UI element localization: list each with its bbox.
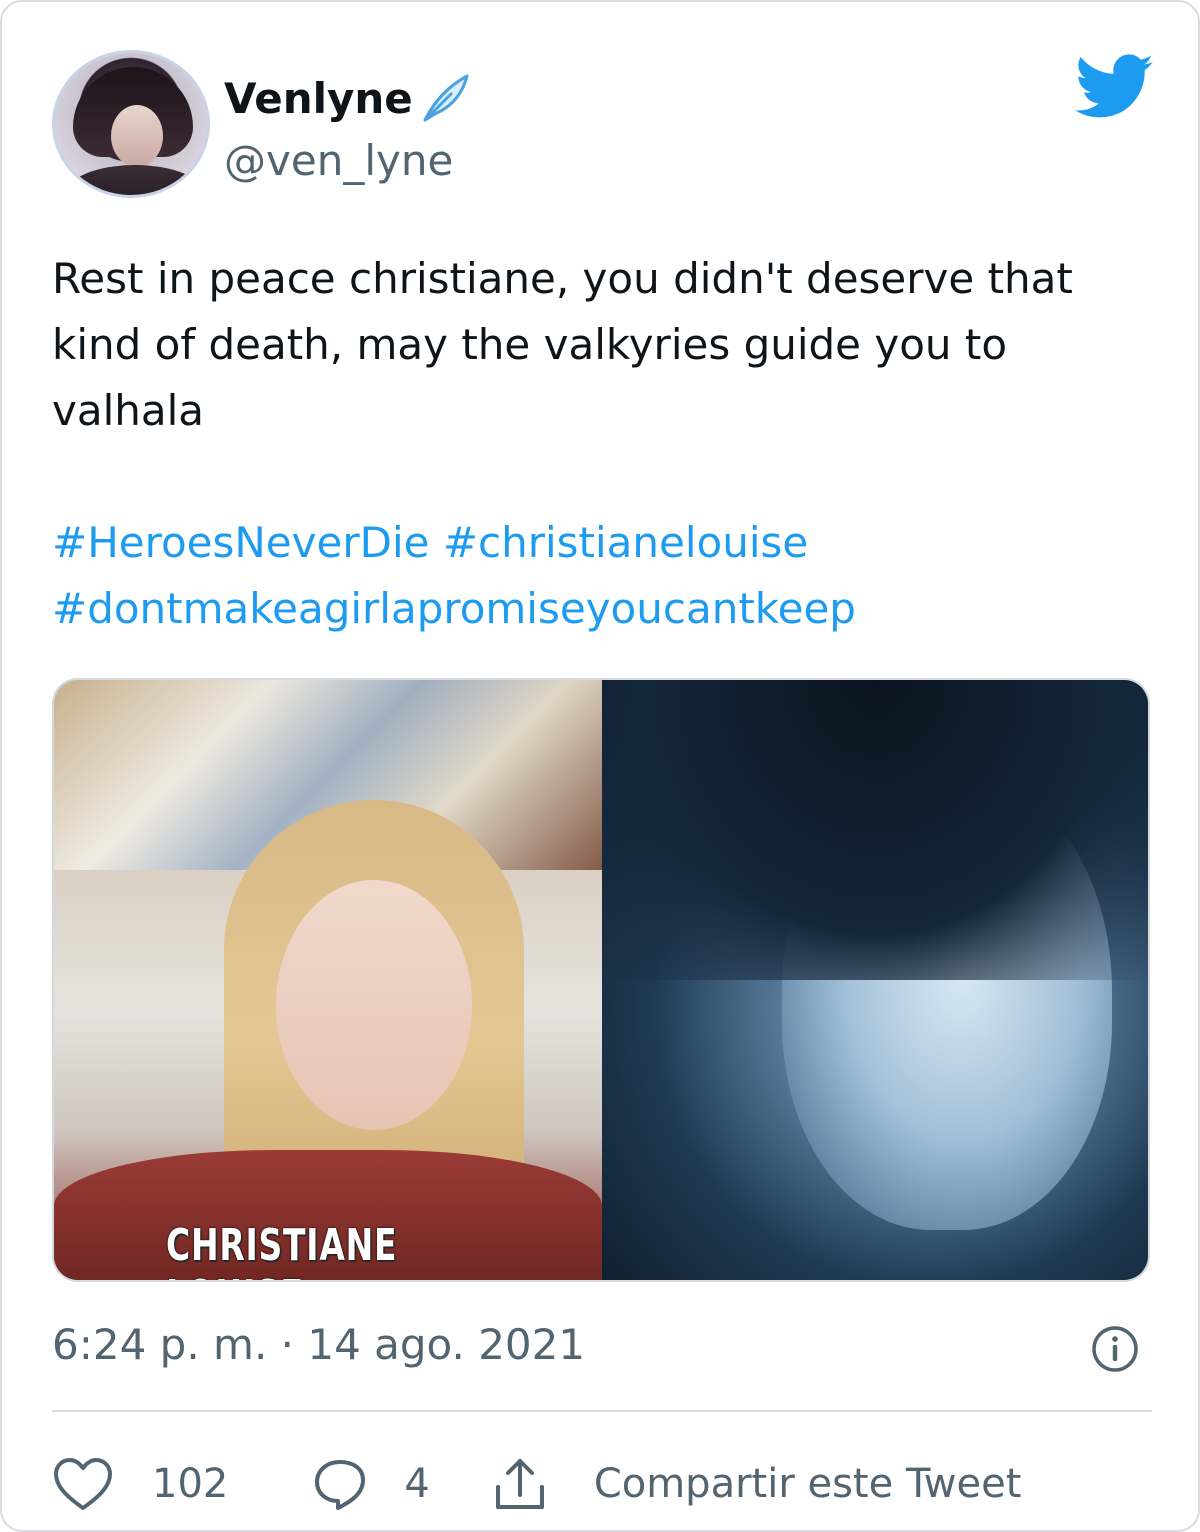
- avatar-face: [111, 105, 163, 167]
- hashtag-link[interactable]: #christianelouise: [443, 518, 808, 567]
- user-handle[interactable]: @ven_lyne: [224, 136, 453, 185]
- user-name-row[interactable]: Venlyne: [224, 70, 473, 126]
- speech-bubble-icon: [315, 1460, 366, 1510]
- twitter-bird-icon[interactable]: [1074, 54, 1156, 120]
- reply-count: 4: [404, 1461, 430, 1507]
- media-character-hair: [602, 680, 1148, 980]
- share-button[interactable]: Compartir este Tweet: [492, 1455, 1022, 1513]
- share-label: Compartir este Tweet: [593, 1461, 1022, 1507]
- info-icon[interactable]: [1090, 1324, 1140, 1374]
- like-button[interactable]: 102: [52, 1456, 228, 1512]
- media-photo-right[interactable]: [602, 680, 1148, 1280]
- reply-button[interactable]: 4: [312, 1456, 430, 1512]
- action-bar: 102 4 Compartir este Tweet: [52, 1446, 1021, 1522]
- hashtag-link[interactable]: #dontmakeagirlapromiseyoucantkeep: [52, 584, 856, 633]
- media-caption: CHRISTIANE LOUISE: [166, 1220, 398, 1280]
- tweet-text: Rest in peace christiane, you didn't des…: [52, 254, 1073, 435]
- hashtag-list: #HeroesNeverDie #christianelouise #dontm…: [52, 510, 1142, 642]
- tweet-media[interactable]: CHRISTIANE LOUISE: [52, 678, 1150, 1282]
- display-name[interactable]: Venlyne: [224, 74, 413, 123]
- tweet-timestamp[interactable]: 6:24 p. m. · 14 ago. 2021: [52, 1320, 585, 1369]
- avatar-shoulder: [65, 165, 205, 195]
- like-count: 102: [152, 1461, 229, 1507]
- feather-icon: [423, 74, 469, 122]
- tweet-card: Venlyne @ven_lyne Rest in peace christia…: [0, 0, 1200, 1532]
- media-person-face: [276, 880, 472, 1130]
- media-photo-left[interactable]: CHRISTIANE LOUISE: [54, 680, 602, 1280]
- footer-divider: [52, 1410, 1152, 1412]
- avatar[interactable]: [52, 50, 210, 198]
- heart-icon: [54, 1458, 112, 1510]
- share-icon: [495, 1459, 544, 1509]
- hashtag-link[interactable]: #HeroesNeverDie: [52, 518, 429, 567]
